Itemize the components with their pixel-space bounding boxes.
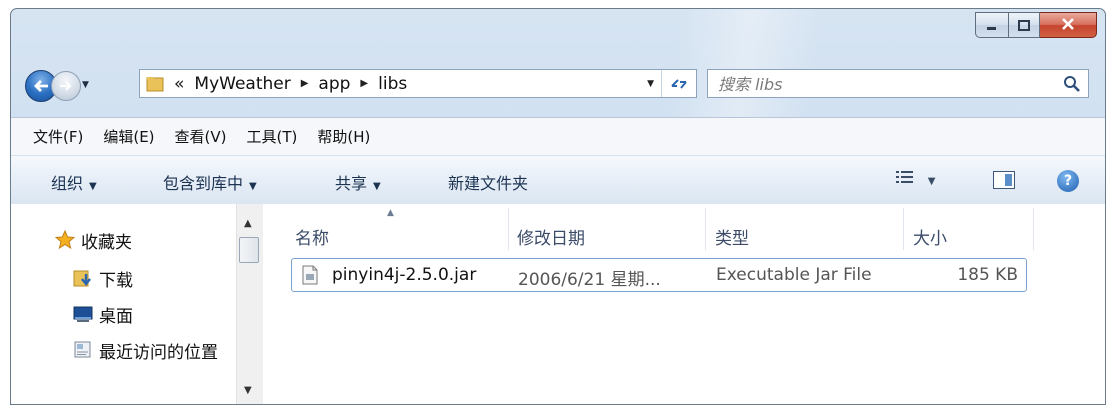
change-view-button[interactable]: ▼: [895, 170, 935, 188]
breadcrumb-libs[interactable]: libs: [378, 74, 407, 94]
file-name: pinyin4j-2.5.0.jar: [332, 265, 477, 285]
search-input[interactable]: [716, 73, 1050, 95]
column-divider[interactable]: [903, 208, 904, 250]
maximize-icon: [1018, 16, 1030, 35]
forward-arrow-icon: [60, 81, 72, 91]
menu-edit[interactable]: 编辑(E): [103, 126, 154, 147]
column-divider[interactable]: [705, 208, 706, 250]
desktop-icon: [73, 304, 93, 324]
command-bar: 组织 ▼ 包含到库中 ▼ 共享 ▼ 新建文件夹 ▼ ?: [11, 155, 1105, 205]
search-box: [707, 69, 1089, 98]
address-dropdown-icon[interactable]: ▼: [647, 79, 654, 89]
recent-pages-dropdown-icon[interactable]: ▼: [82, 80, 89, 90]
nav-item-recent-places[interactable]: 最近访问的位置: [73, 336, 218, 364]
include-in-library-label: 包含到库中: [163, 174, 244, 193]
preview-pane-button[interactable]: [993, 171, 1015, 189]
scroll-thumb[interactable]: [239, 237, 259, 263]
organize-button[interactable]: 组织 ▼: [51, 170, 97, 194]
menu-view[interactable]: 查看(V): [175, 126, 227, 147]
nav-item-favorites[interactable]: 收藏夹: [55, 226, 132, 254]
jar-file-icon: [302, 265, 318, 285]
folder-icon: [146, 77, 164, 92]
organize-label: 组织: [51, 174, 84, 193]
title-bar: [11, 9, 1105, 119]
refresh-button[interactable]: [661, 70, 696, 97]
minimize-button[interactable]: [975, 12, 1009, 38]
chevron-down-icon: ▼: [927, 176, 936, 187]
forward-button[interactable]: [51, 71, 81, 101]
file-type: Executable Jar File: [716, 265, 872, 285]
nav-item-downloads[interactable]: 下载: [73, 264, 133, 292]
minimize-icon: [986, 16, 998, 35]
column-header-type[interactable]: 类型: [715, 224, 749, 249]
menu-help[interactable]: 帮助(H): [317, 126, 370, 147]
breadcrumb-app[interactable]: app: [318, 74, 350, 94]
breadcrumb: « MyWeather ▶ app ▶ libs: [174, 70, 417, 97]
menu-bar: 文件(F) 编辑(E) 查看(V) 工具(T) 帮助(H): [11, 117, 1105, 155]
breadcrumb-overflow[interactable]: «: [174, 74, 184, 94]
navigation-pane: 收藏夹 下载 桌面 最近访问的位置 ▲ ▼: [11, 204, 263, 404]
include-in-library-button[interactable]: 包含到库中 ▼: [163, 170, 257, 194]
column-header-modified[interactable]: 修改日期: [517, 224, 585, 249]
breadcrumb-separator-icon[interactable]: ▶: [301, 78, 309, 89]
file-modified: 2006/6/21 星期...: [518, 270, 661, 290]
close-button[interactable]: [1040, 12, 1097, 38]
file-size: 185 KB: [957, 265, 1018, 285]
caption-buttons: [975, 12, 1097, 38]
sort-ascending-icon: ▲: [387, 208, 394, 218]
scroll-up-icon[interactable]: ▲: [244, 218, 252, 229]
share-label: 共享: [335, 174, 368, 193]
navigation-row: ▼ « MyWeather ▶ app ▶ libs ▼: [11, 64, 1105, 104]
column-divider[interactable]: [508, 208, 509, 250]
nav-item-label: 最近访问的位置: [99, 342, 218, 363]
breadcrumb-myweather[interactable]: MyWeather: [194, 74, 290, 94]
close-icon: [1061, 16, 1075, 34]
nav-item-desktop[interactable]: 桌面: [73, 300, 133, 328]
recent-places-icon: [73, 340, 93, 360]
menu-file[interactable]: 文件(F): [33, 126, 83, 147]
nav-item-label: 下载: [99, 270, 133, 291]
breadcrumb-separator-icon[interactable]: ▶: [360, 78, 368, 89]
content-area: 收藏夹 下载 桌面 最近访问的位置 ▲ ▼ 名称 ▲ 修改日期 类型 大小 pi…: [11, 204, 1105, 404]
downloads-folder-icon: [73, 268, 93, 288]
nav-item-label: 收藏夹: [81, 232, 132, 253]
new-folder-button[interactable]: 新建文件夹: [448, 170, 528, 194]
scroll-down-icon[interactable]: ▼: [244, 385, 252, 396]
address-bar[interactable]: « MyWeather ▶ app ▶ libs ▼: [139, 69, 697, 98]
search-icon[interactable]: [1063, 75, 1081, 93]
share-button[interactable]: 共享 ▼: [335, 170, 381, 194]
chevron-down-icon: ▼: [89, 181, 97, 192]
chevron-down-icon: ▼: [249, 181, 257, 192]
back-arrow-icon: [34, 80, 48, 92]
menu-tools[interactable]: 工具(T): [247, 126, 298, 147]
column-divider[interactable]: [1033, 208, 1034, 250]
nav-item-label: 桌面: [99, 306, 133, 327]
chevron-down-icon: ▼: [373, 181, 381, 192]
file-list-pane: 名称 ▲ 修改日期 类型 大小 pinyin4j-2.5.0.jar 2006/…: [263, 204, 1105, 404]
column-header-size[interactable]: 大小: [913, 224, 947, 249]
explorer-window: ▼ « MyWeather ▶ app ▶ libs ▼ 文件(F) 编辑(E)…: [10, 8, 1106, 405]
details-view-icon: [896, 171, 913, 183]
star-icon: [55, 230, 75, 250]
file-row[interactable]: pinyin4j-2.5.0.jar 2006/6/21 星期... Execu…: [291, 258, 1027, 292]
refresh-icon: [671, 78, 687, 89]
navigation-pane-scrollbar[interactable]: ▲ ▼: [236, 204, 263, 404]
maximize-button[interactable]: [1009, 12, 1040, 38]
help-icon[interactable]: ?: [1057, 170, 1079, 192]
column-header-name[interactable]: 名称: [295, 224, 329, 249]
